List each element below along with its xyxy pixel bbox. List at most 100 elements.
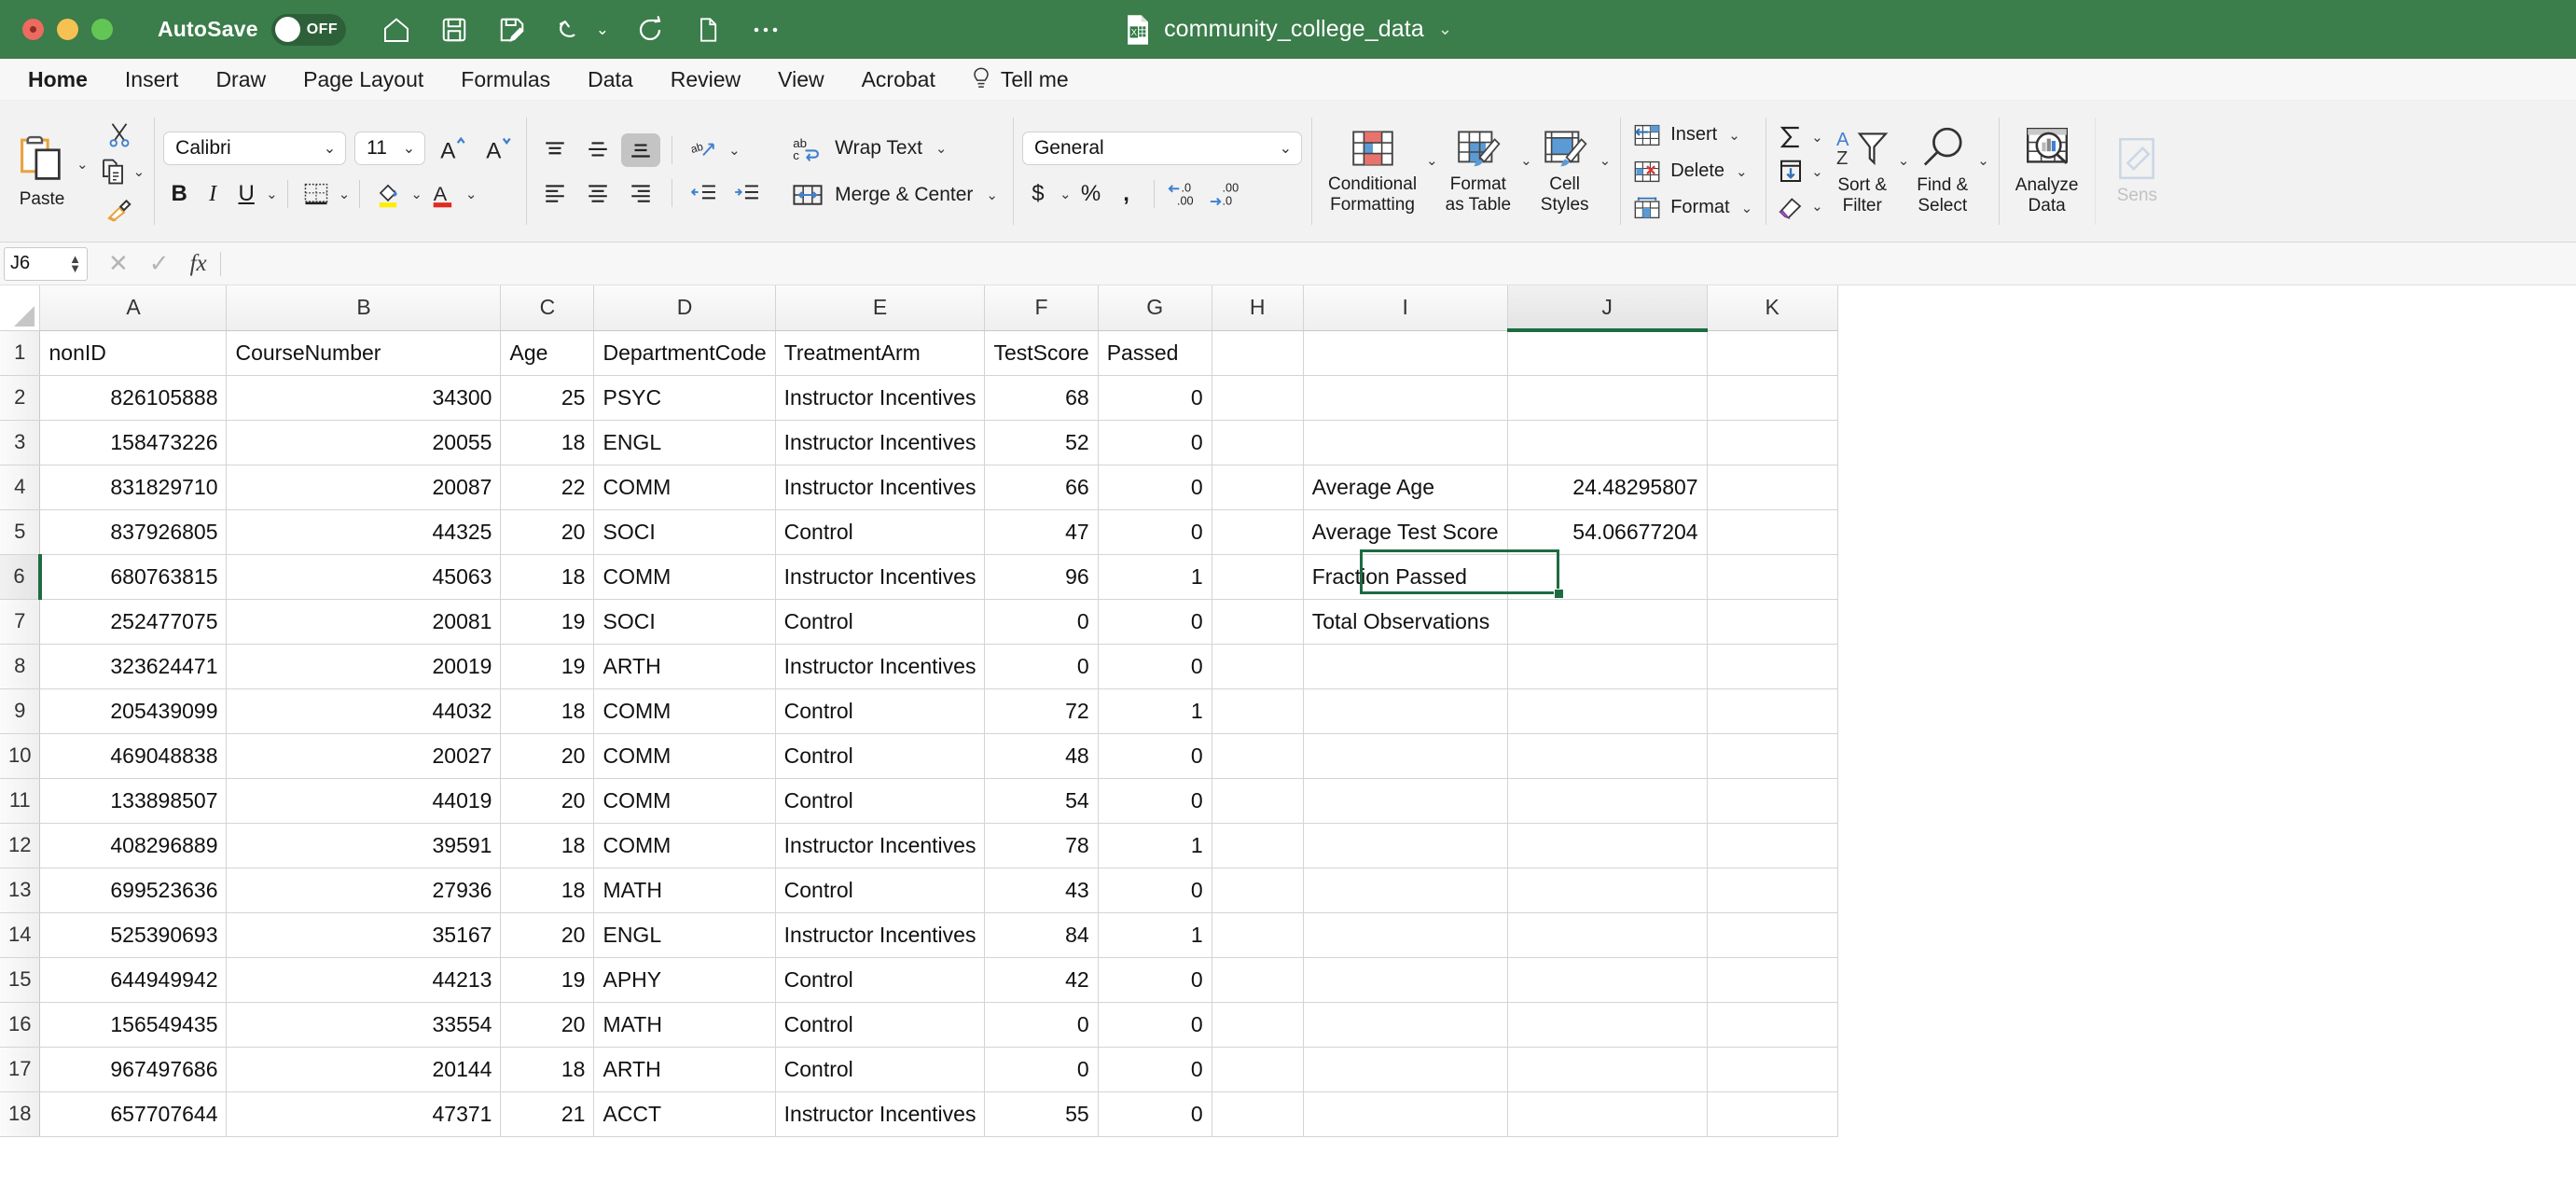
home-icon[interactable] xyxy=(380,13,413,47)
format-cells-dropdown-icon[interactable]: ⌄ xyxy=(1741,200,1753,216)
cell-K3[interactable] xyxy=(1707,420,1838,465)
analyze-data-button[interactable]: Analyze Data xyxy=(2008,122,2086,220)
font-color-dropdown-icon[interactable]: ⌄ xyxy=(465,186,478,202)
wrap-text-dropdown-icon[interactable]: ⌄ xyxy=(935,140,948,157)
cell-B14[interactable]: 35167 xyxy=(226,912,502,958)
paste-button[interactable]: Paste xyxy=(9,129,75,214)
cell-I3[interactable] xyxy=(1303,420,1508,465)
align-center-button[interactable] xyxy=(578,176,617,210)
cell-F2[interactable]: 68 xyxy=(984,375,1099,421)
cell-I12[interactable] xyxy=(1303,823,1508,868)
orientation-icon[interactable]: ab xyxy=(684,133,723,167)
tab-acrobat[interactable]: Acrobat xyxy=(843,64,954,95)
cell-D9[interactable]: COMM xyxy=(593,688,776,734)
cell-C3[interactable]: 18 xyxy=(500,420,595,465)
row-header-14[interactable]: 14 xyxy=(0,912,41,958)
cell-K9[interactable] xyxy=(1707,688,1838,734)
cell-I16[interactable] xyxy=(1303,1002,1508,1048)
cell-F3[interactable]: 52 xyxy=(984,420,1099,465)
decrease-font-size-icon[interactable]: A xyxy=(479,131,517,166)
cell-K5[interactable] xyxy=(1707,509,1838,555)
cell-E10[interactable]: Control xyxy=(775,733,986,779)
cell-A6[interactable]: 680763815 xyxy=(39,554,228,600)
cell-B1[interactable]: CourseNumber xyxy=(226,330,502,376)
cell-F11[interactable]: 54 xyxy=(984,778,1099,824)
conditional-formatting-dropdown-icon[interactable]: ⌄ xyxy=(1426,152,1438,169)
cell-J10[interactable] xyxy=(1507,733,1708,779)
cell-H6[interactable] xyxy=(1212,554,1304,600)
cell-J11[interactable] xyxy=(1507,778,1708,824)
row-header-17[interactable]: 17 xyxy=(0,1047,41,1092)
tab-view[interactable]: View xyxy=(759,64,842,95)
font-family-select[interactable]: Calibri ⌄ xyxy=(163,132,347,165)
cell-G2[interactable]: 0 xyxy=(1098,375,1212,421)
autosave-control[interactable]: AutoSave OFF xyxy=(158,13,346,46)
cell-E17[interactable]: Control xyxy=(775,1047,986,1092)
row-header-8[interactable]: 8 xyxy=(0,644,41,689)
row-header-16[interactable]: 16 xyxy=(0,1002,41,1048)
conditional-formatting-button[interactable]: Conditional Formatting xyxy=(1321,123,1424,219)
cell-G16[interactable]: 0 xyxy=(1098,1002,1212,1048)
cell-B7[interactable]: 20081 xyxy=(226,599,502,645)
cell-G3[interactable]: 0 xyxy=(1098,420,1212,465)
copy-icon[interactable] xyxy=(94,154,132,189)
cell-A12[interactable]: 408296889 xyxy=(39,823,228,868)
insert-cells-dropdown-icon[interactable]: ⌄ xyxy=(1728,127,1740,144)
cell-D1[interactable]: DepartmentCode xyxy=(593,330,776,376)
insert-function-icon[interactable]: fx xyxy=(190,251,207,277)
column-header-A[interactable]: A xyxy=(39,285,228,331)
cell-D12[interactable]: COMM xyxy=(593,823,776,868)
column-header-K[interactable]: K xyxy=(1707,285,1838,331)
delete-cells-dropdown-icon[interactable]: ⌄ xyxy=(1736,163,1748,180)
format-painter-icon[interactable] xyxy=(101,191,138,227)
cell-H5[interactable] xyxy=(1212,509,1304,555)
cell-F7[interactable]: 0 xyxy=(984,599,1099,645)
wrap-text-button[interactable]: ab c Wrap Text ⌄ xyxy=(786,132,952,165)
cell-J17[interactable] xyxy=(1507,1047,1708,1092)
cell-A9[interactable]: 205439099 xyxy=(39,688,228,734)
cell-styles-dropdown-icon[interactable]: ⌄ xyxy=(1600,152,1612,169)
sensitivity-button[interactable]: Sens xyxy=(2104,132,2169,210)
copy-dropdown-icon[interactable]: ⌄ xyxy=(133,163,145,180)
cell-styles-button[interactable]: Cell Styles xyxy=(1532,123,1598,219)
cell-B4[interactable]: 20087 xyxy=(226,465,502,510)
cell-A13[interactable]: 699523636 xyxy=(39,868,228,913)
find-select-dropdown-icon[interactable]: ⌄ xyxy=(1977,152,1989,169)
cell-K10[interactable] xyxy=(1707,733,1838,779)
cell-D17[interactable]: ARTH xyxy=(593,1047,776,1092)
cell-A17[interactable]: 967497686 xyxy=(39,1047,228,1092)
cell-C16[interactable]: 20 xyxy=(500,1002,595,1048)
column-header-G[interactable]: G xyxy=(1098,285,1212,331)
decrease-decimal-icon[interactable]: .00 .0 xyxy=(1207,176,1244,212)
column-header-H[interactable]: H xyxy=(1212,285,1304,331)
fill-dropdown-icon[interactable]: ⌄ xyxy=(1811,163,1823,180)
cell-B8[interactable]: 20019 xyxy=(226,644,502,689)
column-header-D[interactable]: D xyxy=(593,285,776,331)
cell-J7[interactable] xyxy=(1507,599,1708,645)
cell-F12[interactable]: 78 xyxy=(984,823,1099,868)
cell-I9[interactable] xyxy=(1303,688,1508,734)
bold-button[interactable]: B xyxy=(163,181,195,207)
insert-cells-button[interactable]: Insert ⌄ xyxy=(1629,121,1744,149)
column-header-C[interactable]: C xyxy=(500,285,595,331)
cell-E14[interactable]: Instructor Incentives xyxy=(775,912,986,958)
cell-C11[interactable]: 20 xyxy=(500,778,595,824)
cell-E15[interactable]: Control xyxy=(775,957,986,1003)
cell-A7[interactable]: 252477075 xyxy=(39,599,228,645)
row-header-4[interactable]: 4 xyxy=(0,465,41,510)
borders-icon[interactable] xyxy=(298,176,335,212)
cell-C9[interactable]: 18 xyxy=(500,688,595,734)
cell-E5[interactable]: Control xyxy=(775,509,986,555)
cell-I14[interactable] xyxy=(1303,912,1508,958)
row-header-3[interactable]: 3 xyxy=(0,420,41,465)
cell-G10[interactable]: 0 xyxy=(1098,733,1212,779)
tab-page-layout[interactable]: Page Layout xyxy=(284,64,442,95)
cell-D7[interactable]: SOCI xyxy=(593,599,776,645)
find-select-button[interactable]: Find & Select xyxy=(1909,122,1975,220)
column-header-F[interactable]: F xyxy=(984,285,1099,331)
cell-C7[interactable]: 19 xyxy=(500,599,595,645)
cell-B16[interactable]: 33554 xyxy=(226,1002,502,1048)
cell-B11[interactable]: 44019 xyxy=(226,778,502,824)
new-document-icon[interactable] xyxy=(691,13,725,47)
cell-A8[interactable]: 323624471 xyxy=(39,644,228,689)
